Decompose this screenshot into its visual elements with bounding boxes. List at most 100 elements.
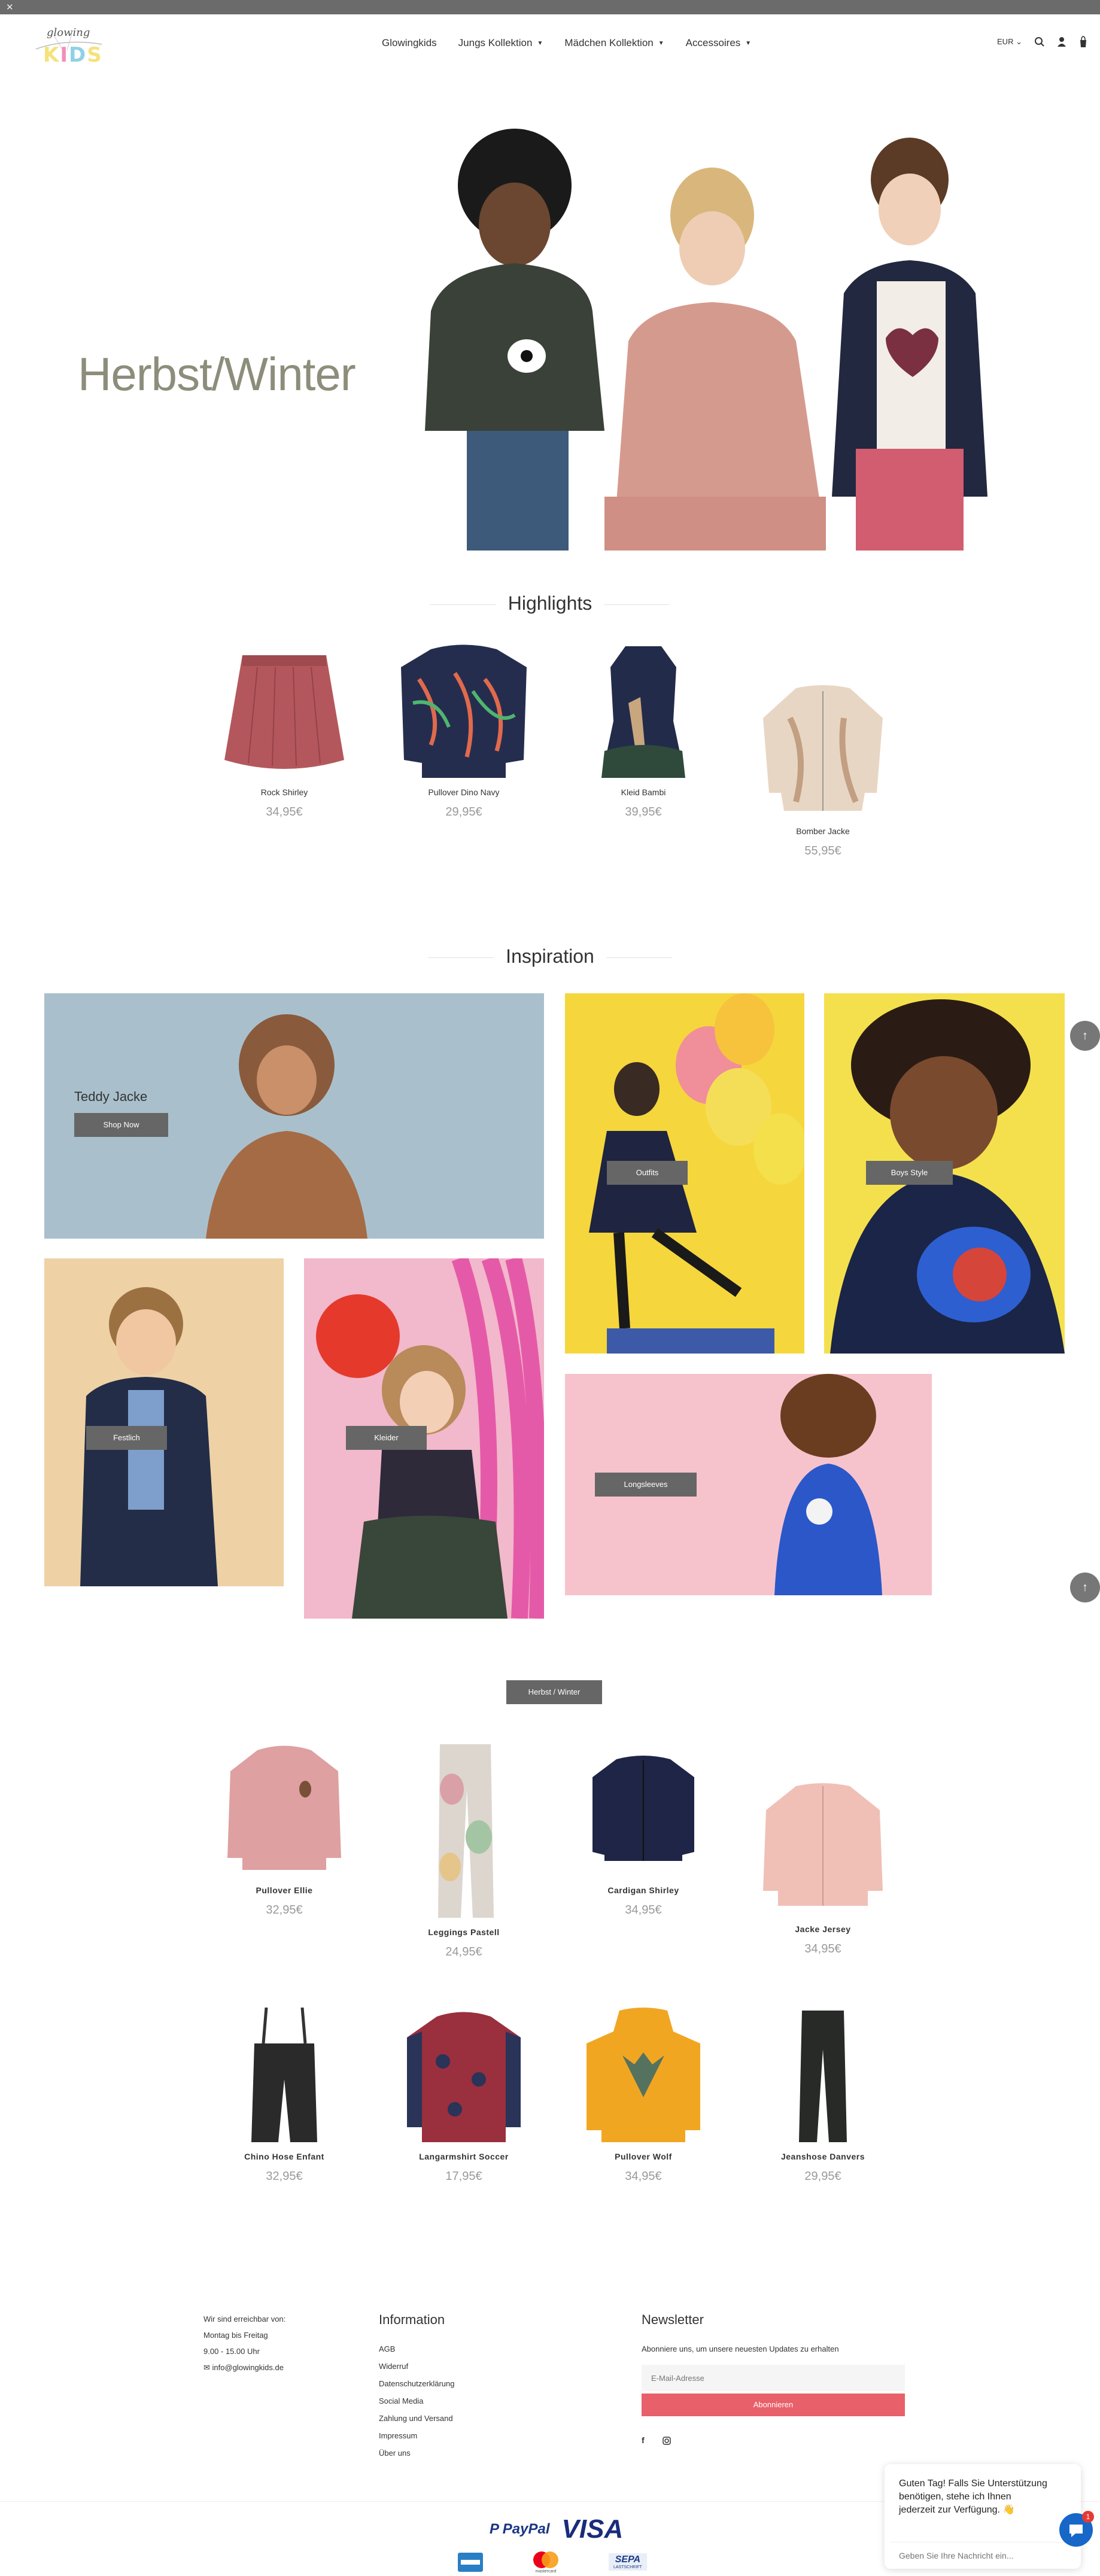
- product-card[interactable]: Langarmshirt Soccer 17,95€: [395, 2008, 533, 2183]
- nav-maedchen-kollektion[interactable]: Mädchen Kollektion ▼: [554, 37, 674, 49]
- chat-input[interactable]: [899, 2548, 1043, 2563]
- product-name: Jacke Jersey: [795, 1924, 851, 1934]
- product-price: 39,95€: [625, 805, 662, 819]
- tile-kleider[interactable]: Kleider: [304, 1258, 544, 1619]
- footer-link-agb[interactable]: AGB: [379, 2340, 454, 2358]
- product-card[interactable]: Kleid Bambi 39,95€: [575, 643, 712, 819]
- highlights-heading: Highlights: [0, 592, 1100, 615]
- festlich-button[interactable]: Festlich: [86, 1426, 167, 1450]
- product-name: Leggings Pastell: [428, 1927, 500, 1937]
- outfits-button[interactable]: Outfits: [607, 1161, 688, 1185]
- product-price: 29,95€: [804, 2170, 841, 2183]
- newsletter-text: Abonniere uns, um unsere neuesten Update…: [642, 2344, 839, 2353]
- contact-email[interactable]: ✉ info@glowingkids.de: [203, 2359, 285, 2376]
- product-card[interactable]: Chino Hose Enfant 32,95€: [215, 2007, 353, 2183]
- divider: [604, 604, 670, 606]
- product-name: Cardigan Shirley: [607, 1885, 679, 1895]
- footer-link-datenschutz[interactable]: Datenschutzerklärung: [379, 2375, 454, 2392]
- collection-tag[interactable]: Herbst / Winter: [506, 1680, 602, 1704]
- product-price: 34,95€: [625, 1903, 662, 1917]
- tile-longsleeves[interactable]: Longsleeves: [565, 1374, 932, 1595]
- tile-festlich[interactable]: Festlich: [44, 1258, 284, 1586]
- cart-icon[interactable]: [1078, 36, 1088, 48]
- sepa-sublabel: LASTSCHRIFT: [613, 2565, 642, 2569]
- contact-line: 9.00 - 15.00 Uhr: [203, 2347, 260, 2356]
- chevron-down-icon: ▼: [537, 40, 543, 47]
- product-card[interactable]: Jeanshose Danvers 29,95€: [754, 2008, 892, 2183]
- kleider-button[interactable]: Kleider: [346, 1426, 427, 1450]
- product-name: Kleid Bambi: [621, 787, 666, 797]
- product-price: 55,95€: [804, 844, 841, 857]
- product-price: 17,95€: [445, 2170, 482, 2183]
- email-text: info@glowingkids.de: [212, 2363, 284, 2372]
- footer-link-zahlung[interactable]: Zahlung und Versand: [379, 2410, 454, 2427]
- newsletter-email-input[interactable]: [642, 2365, 905, 2391]
- boys-style-button[interactable]: Boys Style: [866, 1161, 953, 1185]
- logo-kids: KIDS: [43, 43, 103, 67]
- inspiration-heading: Inspiration: [0, 945, 1100, 968]
- facebook-icon[interactable]: f: [642, 2432, 645, 2449]
- product-name: Jeanshose Danvers: [780, 2152, 865, 2161]
- product-card[interactable]: Bomber Jacke 55,95€: [754, 682, 892, 858]
- divider: [428, 957, 494, 959]
- teddy-title: Teddy Jacke: [74, 1089, 148, 1104]
- product-card[interactable]: Pullover Ellie 32,95€: [215, 1741, 353, 1917]
- product-card[interactable]: Leggings Pastell 24,95€: [395, 1741, 533, 1959]
- tile-teddy-jacke[interactable]: Teddy Jacke Shop Now: [44, 993, 544, 1239]
- chat-launcher[interactable]: 1: [1059, 2511, 1094, 2547]
- hero-title: Herbst/Winter: [78, 348, 356, 400]
- logo-script: glowing: [47, 26, 90, 39]
- header-tools: EUR ⌄: [997, 36, 1088, 48]
- product-card[interactable]: Pullover Dino Navy 29,95€: [395, 643, 533, 819]
- product-price: 32,95€: [266, 1903, 303, 1917]
- product-name: Bomber Jacke: [796, 826, 850, 836]
- product-name: Chino Hose Enfant: [244, 2152, 324, 2161]
- mastercard-label: mastercard: [535, 2569, 557, 2574]
- nav-label: Glowingkids: [382, 37, 437, 48]
- product-name: Pullover Wolf: [615, 2152, 672, 2161]
- newsletter-title: Newsletter: [642, 2312, 704, 2327]
- product-price: 34,95€: [804, 1942, 841, 1955]
- footer-contact: Wir sind erreichbar von: Montag bis Frei…: [203, 2311, 285, 2376]
- subscribe-button[interactable]: Abonnieren: [642, 2393, 905, 2416]
- tile-boys-style[interactable]: Boys Style: [824, 993, 1065, 1354]
- instagram-icon[interactable]: [662, 2436, 671, 2445]
- scroll-up-icon[interactable]: ↑: [1070, 1573, 1100, 1602]
- product-image: [763, 1783, 883, 1906]
- product-card[interactable]: Pullover Wolf 34,95€: [575, 2008, 712, 2183]
- product-image: [407, 2012, 521, 2142]
- nav-label: Jungs Kollektion: [458, 37, 533, 48]
- top-bar: ✕: [0, 0, 1100, 14]
- sepa-icon: SEPA LASTSCHRIFT: [609, 2553, 647, 2571]
- footer-link-impressum[interactable]: Impressum: [379, 2427, 454, 2444]
- product-card[interactable]: Jacke Jersey 34,95€: [754, 1780, 892, 1956]
- nav-glowingkids[interactable]: Glowingkids: [371, 37, 448, 49]
- product-card[interactable]: Cardigan Shirley 34,95€: [575, 1741, 712, 1917]
- search-icon[interactable]: [1034, 37, 1045, 47]
- chevron-down-icon: ⌄: [1016, 37, 1022, 46]
- logo[interactable]: glowing KIDS: [30, 26, 108, 68]
- product-price: 24,95€: [445, 1945, 482, 1958]
- user-icon[interactable]: [1057, 37, 1066, 47]
- product-image: [224, 655, 344, 769]
- contact-line: Montag bis Freitag: [203, 2331, 268, 2340]
- close-icon[interactable]: ✕: [6, 2, 14, 13]
- shop-now-button[interactable]: Shop Now: [74, 1113, 168, 1137]
- longsleeves-button[interactable]: Longsleeves: [595, 1473, 697, 1497]
- currency-selector[interactable]: EUR ⌄: [997, 37, 1022, 47]
- product-price: 34,95€: [266, 805, 303, 819]
- logo-letter: I: [60, 43, 69, 67]
- product-card[interactable]: Rock Shirley 34,95€: [215, 643, 353, 819]
- footer-link-widerruf[interactable]: Widerruf: [379, 2358, 454, 2375]
- footer-link-social-media[interactable]: Social Media: [379, 2392, 454, 2410]
- footer-newsletter: Newsletter Abonniere uns, um unsere neue…: [642, 2311, 905, 2449]
- chat-widget[interactable]: Guten Tag! Falls Sie Unterstützung benöt…: [885, 2464, 1081, 2569]
- scroll-up-icon[interactable]: ↑: [1070, 1021, 1100, 1051]
- product-image: [438, 1744, 494, 1918]
- nav-accessoires[interactable]: Accessoires ▼: [675, 37, 762, 49]
- footer-link-ueber-uns[interactable]: Über uns: [379, 2444, 454, 2462]
- american-express-icon: [458, 2552, 483, 2572]
- tile-outfits[interactable]: Outfits: [565, 993, 804, 1354]
- nav-jungs-kollektion[interactable]: Jungs Kollektion ▼: [448, 37, 554, 49]
- chat-badge: 1: [1082, 2511, 1094, 2523]
